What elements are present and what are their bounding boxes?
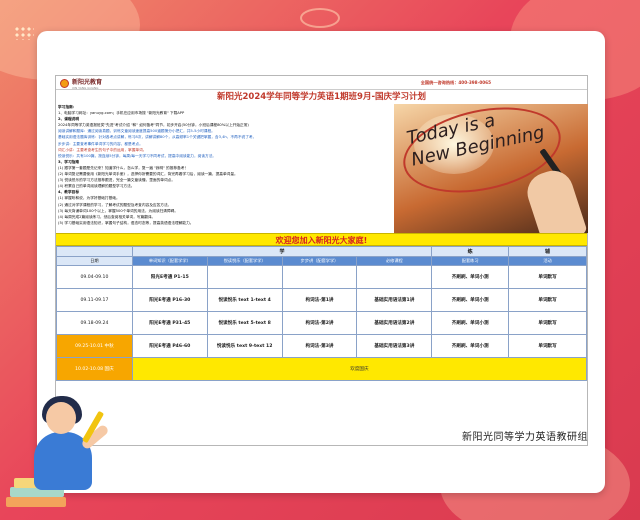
row-date: 10.02-10.08 国庆 <box>56 357 133 381</box>
table-cell <box>206 265 283 289</box>
column-header-words: 单词知识（配套学学） <box>131 256 208 266</box>
table-cell: 单词默写 <box>508 334 587 358</box>
table-cell: 基础实用语法第2讲 <box>356 311 433 335</box>
group-header-assist: 辅 <box>508 246 587 257</box>
table-cell: 齐刷刷、单词小测 <box>431 265 510 289</box>
table-cell: 单词默写 <box>508 265 587 289</box>
hotline-text: 全国统一咨询热线：400-398-0065 <box>420 80 491 85</box>
group-header-learn: 学 <box>131 246 433 257</box>
table-cell: 悦读悦乐 text 9-text 12 <box>206 334 283 358</box>
decorative-dots <box>14 26 34 40</box>
column-header-activity: 活动 <box>508 256 587 266</box>
table-cell: 构词法-第3讲 <box>281 334 358 358</box>
table-cell <box>281 265 358 289</box>
row-date: 09.04-09.10 <box>56 265 133 289</box>
table-cell: 基础实用语法第1讲 <box>356 288 433 312</box>
column-header-date: 日期 <box>56 256 133 266</box>
table-cell: 阳光E考通 P16-30 <box>131 288 208 312</box>
table-row: 09.04-09.10 阳光E考通 P1-15 齐刷刷、单词小测 单词默写 <box>56 265 587 289</box>
table-cell: 悦读悦乐 text 5-text 8 <box>206 311 283 335</box>
schedule-table: 学 练 辅 日期 单词知识（配套学学） 悦读悦乐（配套学学） 步步讲（配套学学）… <box>56 246 588 381</box>
column-header-stepwise: 步步讲（配套学学） <box>281 256 358 266</box>
student-head <box>46 402 76 434</box>
column-header-required: 必修课程 <box>356 256 433 266</box>
brand-logo: 新阳光教育 XIN YANG GUANG <box>60 78 103 90</box>
team-signature: 新阳光同等学力英语教研组 <box>462 432 588 443</box>
row-date: 09.18-09.24 <box>56 311 133 335</box>
new-beginning-photo: Today is a New Beginning <box>394 104 588 233</box>
table-cell: 基础实用语法第3讲 <box>356 334 433 358</box>
table-cell: 阳光E考通 P31-45 <box>131 311 208 335</box>
table-row: 09.18-09.24 阳光E考通 P31-45 悦读悦乐 text 5-tex… <box>56 311 587 335</box>
book-icon <box>6 497 66 507</box>
study-plan-document: 新阳光教育 XIN YANG GUANG 全国统一咨询热线：400-398-00… <box>55 75 588 446</box>
table-row: 09.11-09.17 阳光E考通 P16-30 悦读悦乐 text 1-tex… <box>56 288 587 312</box>
column-header-reading: 悦读悦乐（配套学学） <box>206 256 283 266</box>
table-row: 09.25-10.01 中秋 阳光E考通 P46-60 悦读悦乐 text 9-… <box>56 334 587 358</box>
guide-line: (5) 学习基础实用语法知识，掌握句子结构，语态时态等，提高英语语法理解能力。 <box>58 220 194 225</box>
row-date: 09.25-10.01 中秋 <box>56 334 133 358</box>
blank-header-cell <box>56 246 133 257</box>
holiday-note: 欢度国庆 <box>131 357 588 381</box>
table-cell: 单词默写 <box>508 311 587 335</box>
table-cell: 齐刷刷、单词小测 <box>431 311 510 335</box>
decorative-ring <box>300 8 340 28</box>
welcome-banner: 欢迎您加入新阳光大家庭! <box>56 233 587 246</box>
table-cell: 构词法-第1讲 <box>281 288 358 312</box>
hand-image <box>522 165 588 233</box>
table-cell: 齐刷刷、单词小测 <box>431 288 510 312</box>
table-cell: 齐刷刷、单词小测 <box>431 334 510 358</box>
row-date: 09.11-09.17 <box>56 288 133 312</box>
table-cell: 构词法-第2讲 <box>281 311 358 335</box>
table-cell: 阳光E考通 P46-60 <box>131 334 208 358</box>
table-cell: 悦读悦乐 text 1-text 4 <box>206 288 283 312</box>
student-illustration <box>0 392 150 520</box>
holiday-row: 10.02-10.08 国庆 欢度国庆 <box>56 357 588 381</box>
table-cell: 阳光E考通 P1-15 <box>131 265 208 289</box>
table-cell <box>356 265 433 289</box>
logo-name: 新阳光教育 <box>72 79 103 86</box>
sun-logo-icon <box>60 79 69 88</box>
group-header-practice: 练 <box>431 246 510 257</box>
column-header-exercise: 配套练习 <box>431 256 510 266</box>
page-title: 新阳光2024学年同等学力英语1期班9月-国庆学习计划 <box>216 92 427 102</box>
document-header: 新阳光教育 XIN YANG GUANG 全国统一咨询热线：400-398-00… <box>56 76 587 90</box>
table-cell: 单词默写 <box>508 288 587 312</box>
